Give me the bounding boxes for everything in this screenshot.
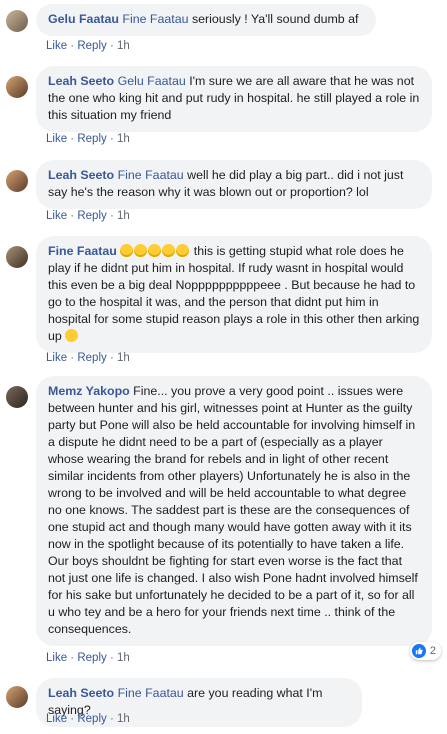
comment-text: this is getting stupid what role does he… [48, 244, 420, 343]
tagged-name[interactable]: Fine Faatau [122, 12, 188, 26]
like-link[interactable]: Like [46, 713, 67, 725]
like-link[interactable]: Like [46, 40, 67, 52]
grinning-squinting-face-emoji [120, 244, 134, 257]
author-name[interactable]: Leah Seeto [48, 74, 114, 88]
avatar[interactable] [6, 686, 28, 708]
reply-link[interactable]: Reply [77, 352, 106, 364]
comment-bubble: Leah Seeto Fine Faatau well he did play … [36, 160, 432, 209]
timestamp[interactable]: 1h [117, 210, 130, 222]
comment-actions: Like · Reply · 1h [46, 713, 130, 725]
like-link[interactable]: Like [46, 352, 67, 364]
like-link[interactable]: Like [46, 652, 67, 664]
author-name[interactable]: Leah Seeto [48, 168, 114, 182]
comment-actions: Like · Reply · 1h [46, 40, 130, 52]
comment-bubble: Gelu Faatau Fine Faatau seriously ! Ya'l… [36, 4, 376, 36]
avatar[interactable] [6, 386, 28, 408]
grinning-squinting-face-emoji [134, 244, 148, 257]
avatar[interactable] [6, 76, 28, 98]
timestamp[interactable]: 1h [117, 133, 130, 145]
thumbs-up-glyph [415, 647, 423, 655]
timestamp[interactable]: 1h [117, 40, 130, 52]
thumbs-up-icon [411, 644, 426, 658]
author-name[interactable]: Gelu Faatau [48, 12, 119, 26]
tagged-name[interactable]: Gelu Faatau [118, 74, 186, 88]
reply-link[interactable]: Reply [77, 713, 106, 725]
grinning-squinting-face-emoji [148, 244, 162, 257]
comment-bubble: Fine Faatau this is getting stupid what … [36, 236, 432, 353]
avatar[interactable] [6, 170, 28, 192]
timestamp[interactable]: 1h [117, 652, 130, 664]
author-name[interactable]: Fine Faatau [48, 244, 117, 258]
author-name[interactable]: Memz Yakopo [48, 384, 130, 398]
thinking-face-emoji [65, 329, 79, 342]
comment-actions: Like · Reply · 1h [46, 210, 130, 222]
grinning-squinting-face-emoji [162, 244, 176, 257]
like-link[interactable]: Like [46, 133, 67, 145]
timestamp[interactable]: 1h [117, 352, 130, 364]
like-link[interactable]: Like [46, 210, 67, 222]
reply-link[interactable]: Reply [77, 210, 106, 222]
laughing-emojis [120, 244, 190, 258]
reply-link[interactable]: Reply [77, 40, 106, 52]
tagged-name[interactable]: Fine Faatau [118, 168, 184, 182]
reaction-count[interactable]: 2 [409, 642, 441, 660]
tagged-name[interactable]: Fine Faatau [118, 686, 184, 700]
timestamp[interactable]: 1h [117, 713, 130, 725]
reply-link[interactable]: Reply [77, 133, 106, 145]
reply-link[interactable]: Reply [77, 652, 106, 664]
grinning-squinting-face-emoji [176, 244, 190, 257]
comment-text: seriously ! Ya'll sound dumb af [188, 12, 359, 26]
comment-text: Fine... you prove a very good point .. i… [48, 384, 418, 636]
comment-actions: Like · Reply · 1h [46, 652, 130, 664]
avatar[interactable] [6, 246, 28, 268]
comment-actions: Like · Reply · 1h [46, 352, 130, 364]
reaction-number: 2 [429, 645, 436, 657]
comment-thread: Gelu Faatau Fine Faatau seriously ! Ya'l… [0, 0, 447, 734]
comment-bubble: Memz Yakopo Fine... you prove a very goo… [36, 376, 432, 646]
author-name[interactable]: Leah Seeto [48, 686, 114, 700]
comment-actions: Like · Reply · 1h [46, 133, 130, 145]
comment-bubble: Leah Seeto Gelu Faatau I'm sure we are a… [36, 66, 432, 132]
avatar[interactable] [6, 10, 28, 32]
